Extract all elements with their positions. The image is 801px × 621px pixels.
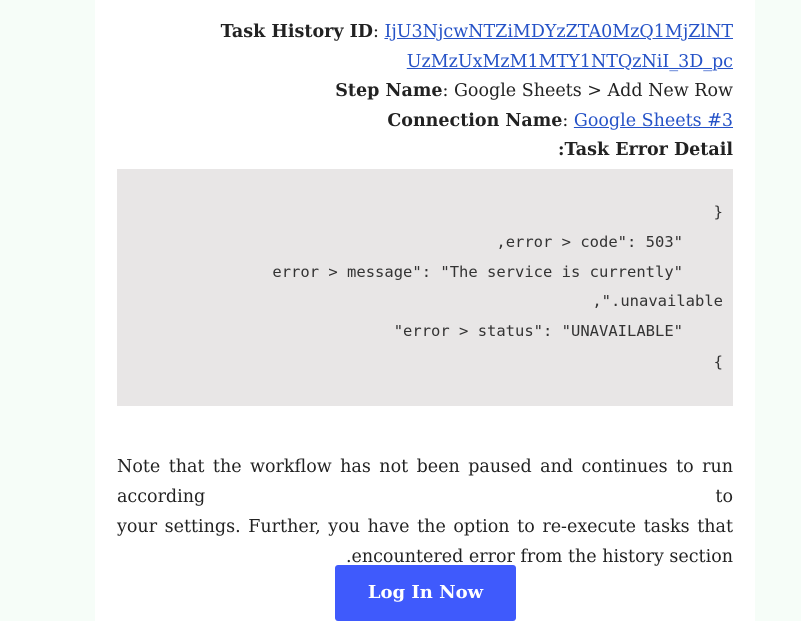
workflow-note: Note that the workflow has not been paus… (117, 452, 733, 572)
step-name-row: Step Name: Google Sheets > Add New Row (221, 77, 733, 107)
code-line: { (713, 353, 723, 371)
error-code-block: } ,error > code": 503" error > message":… (117, 169, 733, 406)
code-line: ,".unavailable (592, 292, 723, 310)
step-name-label: Step Name (335, 81, 443, 102)
note-line: your settings. Further, you have the opt… (117, 517, 733, 537)
log-in-now-button[interactable]: Log In Now (335, 565, 516, 621)
step-name-value: Google Sheets > Add New Row (453, 81, 733, 102)
task-history-row-continued: UzMzUxMzM1MTY1NTQzNiI_3D_pc (221, 48, 733, 78)
note-line: Note that the workflow has not been paus… (117, 457, 733, 507)
separator: : (562, 110, 574, 131)
connection-name-row: Connection Name: Google Sheets #3 (221, 107, 733, 137)
task-history-label: Task History ID (220, 22, 373, 42)
separator: : (372, 22, 385, 42)
connection-name-link[interactable]: Google Sheets #3 (574, 111, 733, 131)
task-error-detail-label: :Task Error Detail (557, 140, 733, 161)
code-line: error > message": "The service is curren… (272, 263, 683, 281)
task-details: Task History ID: IjU3NjcwNTZiMDYzZTA0MzQ… (221, 18, 733, 166)
code-line: "error > status": "UNAVAILABLE" (393, 322, 683, 340)
code-line: } (713, 203, 723, 221)
separator: : (442, 81, 454, 102)
email-card: Task History ID: IjU3NjcwNTZiMDYzZTA0MzQ… (95, 0, 755, 621)
code-line: ,error > code": 503" (496, 233, 683, 251)
task-history-row: Task History ID: IjU3NjcwNTZiMDYzZTA0MzQ… (221, 18, 733, 48)
task-error-detail-row: :Task Error Detail (221, 136, 733, 166)
task-history-link[interactable]: IjU3NjcwNTZiMDYzZTA0MzQ1MjZlNT (384, 22, 733, 42)
connection-name-label: Connection Name (387, 110, 563, 131)
task-history-link-continued[interactable]: UzMzUxMzM1MTY1NTQzNiI_3D_pc (407, 52, 733, 72)
